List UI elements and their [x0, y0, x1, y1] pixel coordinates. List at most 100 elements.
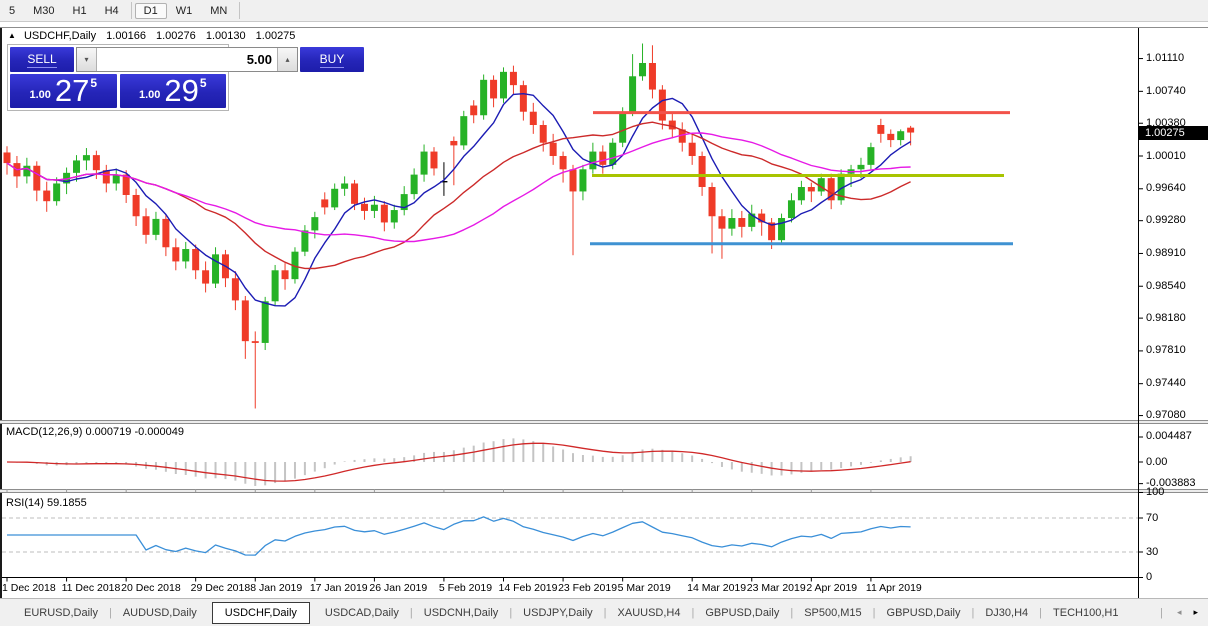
tab-separator: | [872, 606, 876, 619]
chart-tab-tech100-h1[interactable]: TECH100,H1 [1043, 607, 1128, 619]
rsi-tick-label: 70 [1146, 511, 1159, 524]
date-tick-label: 23 Mar 2019 [746, 582, 806, 594]
buy-price-big: 29 [164, 73, 199, 108]
price-tick-label: 0.97440 [1146, 377, 1186, 390]
tab-separator: | [1160, 606, 1163, 619]
date-tick-label: 11 Apr 2019 [865, 582, 922, 594]
quote-low: 1.00130 [205, 30, 246, 42]
chart-tab-gbpusd-daily[interactable]: GBPUSD,Daily [877, 607, 971, 619]
rsi-indicator-label: RSI(14) 59.1855 [6, 497, 87, 509]
sell-price-prefix: 1.00 [29, 89, 51, 101]
chart-tab-usdcnh-daily[interactable]: USDCNH,Daily [414, 607, 509, 619]
date-tick-label: 20 Dec 2018 [121, 582, 181, 594]
sell-button-label: SELL [27, 51, 57, 68]
timeframe-toolbar: 5 M30 H1 H4 D1 W1 MN [0, 0, 1208, 22]
chart-tab-usdchf-daily[interactable]: USDCHF,Daily [211, 601, 310, 624]
macd-main-value: 0.000719 [85, 426, 132, 438]
volume-decrease-button[interactable]: ▾ [77, 48, 97, 71]
tabs-scroll-right-button[interactable]: ▸ [1193, 607, 1198, 618]
chart-tab-dj30-h4[interactable]: DJ30,H4 [975, 607, 1038, 619]
date-tick-label: 1 Dec 2018 [2, 582, 56, 594]
one-click-trade-panel: SELL ▾ ▴ BUY 1.00 27 5 1.00 [7, 44, 364, 111]
tab-separator: | [1039, 606, 1043, 619]
tab-separator: | [691, 606, 695, 619]
macd-tick-label: 0.004487 [1146, 430, 1192, 443]
timeframe-button-w1[interactable]: W1 [167, 3, 202, 19]
date-tick-label: 5 Feb 2019 [438, 582, 493, 594]
price-tick-label: 0.98540 [1146, 279, 1186, 292]
sell-button[interactable]: SELL [10, 47, 74, 72]
timeframe-button-5[interactable]: 5 [0, 3, 24, 19]
buy-button[interactable]: BUY [300, 47, 364, 72]
tab-separator: | [108, 606, 112, 619]
timeframe-button-d1[interactable]: D1 [134, 2, 167, 19]
price-tick-label: 0.97080 [1146, 409, 1186, 422]
timeframe-button-h4[interactable]: H4 [96, 3, 128, 19]
quote-header: ▲ USDCHF,Daily 1.00166 1.00276 1.00130 1… [8, 30, 295, 42]
toolbar-separator [239, 2, 241, 19]
sell-price-box[interactable]: 1.00 27 5 [10, 74, 117, 108]
tab-separator: | [409, 606, 413, 619]
buy-price-pip: 5 [199, 76, 207, 90]
macd-tick-label: 0.00 [1146, 455, 1168, 468]
chart-tab-usdcad-daily[interactable]: USDCAD,Daily [315, 607, 409, 619]
mt4-window: 5 M30 H1 H4 D1 W1 MN ▲ USDCHF,Daily 1.00166 1.… [0, 0, 1208, 626]
chart-tab-audusd-daily[interactable]: AUDUSD,Daily [113, 607, 207, 619]
sell-price-pip: 5 [90, 76, 98, 90]
rsi-value: 59.1855 [46, 497, 87, 509]
collapse-chart-icon[interactable]: ▲ [8, 31, 16, 40]
chart-tab-usdjpy-daily[interactable]: USDJPY,Daily [513, 607, 603, 619]
price-tick-label: 1.01110 [1146, 52, 1185, 65]
date-tick-label: 14 Mar 2019 [687, 582, 747, 594]
tab-separator: | [509, 606, 513, 619]
price-tick-label: 0.99280 [1146, 214, 1186, 227]
price-tick-label: 1.00010 [1146, 149, 1186, 162]
rsi-name: RSI(14) [6, 497, 44, 509]
timeframe-button-h1[interactable]: H1 [64, 3, 96, 19]
chart-tab-gbpusd-daily[interactable]: GBPUSD,Daily [695, 607, 789, 619]
timeframe-button-m30[interactable]: M30 [24, 3, 63, 19]
chart-tab-xauusd-h4[interactable]: XAUUSD,H4 [608, 607, 691, 619]
date-tick-label: 2 Apr 2019 [806, 582, 858, 594]
price-tick-label: 0.99640 [1146, 182, 1186, 195]
volume-spinner: ▾ ▴ [76, 47, 298, 72]
quote-high: 1.00276 [156, 30, 196, 42]
date-tick-label: 14 Feb 2019 [498, 582, 558, 594]
buy-button-label: BUY [319, 51, 345, 68]
rsi-tick-label: 30 [1146, 545, 1159, 558]
price-tick-label: 0.97810 [1146, 344, 1186, 357]
sell-price-big: 27 [54, 73, 90, 108]
tab-separator: | [603, 606, 607, 619]
date-tick-label: 29 Dec 2018 [190, 582, 251, 594]
macd-indicator-label: MACD(12,26,9) 0.000719 -0.000049 [6, 426, 184, 438]
macd-name: MACD(12,26,9) [6, 426, 83, 438]
current-price-tag: 1.00275 [1139, 125, 1208, 140]
symbol-label: USDCHF,Daily [23, 30, 97, 42]
buy-price-prefix: 1.00 [138, 89, 161, 101]
date-tick-label: 17 Jan 2019 [309, 582, 368, 594]
tab-separator: | [790, 606, 794, 619]
macd-signal-value: -0.000049 [134, 426, 184, 438]
quote-close: 1.00275 [255, 30, 296, 42]
chart-tab-eurusd-daily[interactable]: EURUSD,Daily [14, 607, 108, 619]
toolbar-separator [130, 2, 132, 19]
date-tick-label: 11 Dec 2018 [61, 582, 121, 594]
buy-price-box[interactable]: 1.00 29 5 [119, 73, 226, 108]
price-tick-label: 0.98910 [1146, 246, 1186, 259]
price-tick-label: 0.98180 [1146, 311, 1186, 324]
rsi-tick-label: 0 [1146, 571, 1153, 583]
chart-tab-sp500-m15[interactable]: SP500,M15 [794, 607, 871, 619]
timeframe-button-mn[interactable]: MN [201, 3, 236, 19]
tabs-scroll-left-button[interactable]: ◂ [1177, 607, 1182, 618]
chevron-down-icon: ▾ [84, 55, 89, 64]
date-tick-label: 5 Mar 2019 [617, 582, 671, 594]
tab-scroll-controls: | ◂ ▸ [1160, 607, 1198, 619]
volume-input[interactable] [97, 48, 277, 71]
price-tick-label: 1.00740 [1146, 84, 1186, 97]
chevron-up-icon: ▴ [285, 55, 290, 64]
tab-separator: | [971, 606, 975, 619]
date-tick-label: 26 Jan 2019 [369, 582, 428, 594]
date-tick-label: 23 Feb 2019 [558, 582, 618, 594]
chart-tab-bar: EURUSD,Daily | AUDUSD,Daily USDCHF,Daily USD… [0, 598, 1208, 626]
volume-increase-button[interactable]: ▴ [277, 48, 297, 71]
